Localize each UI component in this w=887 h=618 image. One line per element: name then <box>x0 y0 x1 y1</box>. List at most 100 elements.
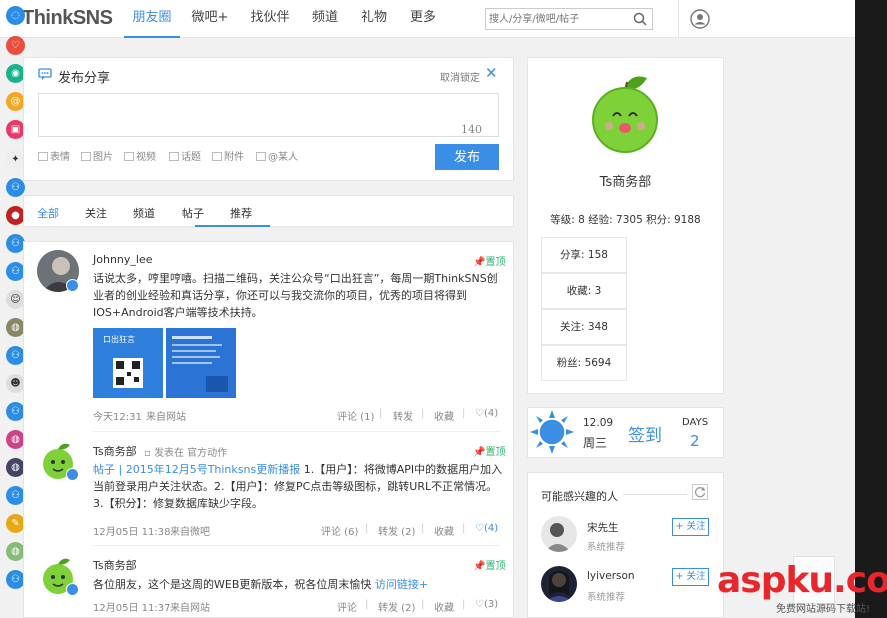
post-source: 来自网站 <box>170 603 210 614</box>
publish-button[interactable]: 发布 <box>435 144 499 170</box>
recommend-name[interactable]: 宋先生 <box>587 520 619 535</box>
tool-mention[interactable]: @某人 <box>256 148 298 163</box>
separator: | <box>365 523 369 534</box>
like-button[interactable]: ♡(4) <box>475 408 498 419</box>
comment-link[interactable]: 评论 (1) <box>337 408 374 423</box>
favorite-link[interactable]: 收藏 <box>434 523 454 538</box>
search-box <box>485 8 653 30</box>
favorite-link[interactable]: 收藏 <box>434 408 454 423</box>
nav-friends-circle[interactable]: 朋友圈 <box>124 0 180 38</box>
side-toolbar <box>855 0 887 618</box>
repost-link[interactable]: 转发 <box>393 408 413 423</box>
watermark-logo: aspku.com <box>717 560 887 601</box>
recommend-title: 可能感兴趣的人 <box>541 490 618 503</box>
tool-attachment[interactable]: 附件 <box>212 148 244 163</box>
emoji-icon <box>38 152 48 161</box>
post-time[interactable]: 12月05日 11:38 <box>93 523 170 538</box>
poster-image-icon <box>166 328 236 398</box>
search-input[interactable] <box>486 9 626 29</box>
post-text: 各位朋友，这个是这周的WEB更新版本，祝各位周末愉快 访问链接+ <box>93 578 429 591</box>
follow-button[interactable]: + 关注 <box>672 518 709 536</box>
publish-title: 发布分享 <box>58 71 111 86</box>
apple-mascot-icon[interactable] <box>583 68 667 156</box>
tab-underline <box>195 225 270 227</box>
nav-find-partner[interactable]: 找伙伴 <box>244 0 296 38</box>
avatar[interactable] <box>541 516 577 552</box>
profile-name[interactable]: Ts商务部 <box>527 171 724 190</box>
days-count: 2 <box>690 432 700 450</box>
attachment-icon <box>212 152 222 161</box>
search-icon[interactable] <box>633 12 647 26</box>
post-time[interactable]: 12月05日 11:37 <box>93 599 170 614</box>
recommend-name[interactable]: lyiverson <box>587 570 635 582</box>
nav-weiba[interactable]: 微吧+ <box>186 0 234 38</box>
tool-video[interactable]: 视频 <box>124 148 156 163</box>
tab-all[interactable]: 全部 <box>37 205 59 221</box>
refresh-icon[interactable] <box>692 484 708 500</box>
post-username[interactable]: Johnny_lee <box>93 253 153 266</box>
tab-recommend[interactable]: 推荐 <box>230 205 252 221</box>
nav-more[interactable]: 更多 <box>402 0 444 38</box>
stat-shares[interactable]: 分享: 158 <box>541 237 627 273</box>
post-source: 来自微吧 <box>170 527 210 538</box>
verified-badge-icon <box>66 279 79 292</box>
recommend-sub: 系统推荐 <box>587 542 626 553</box>
separator: | <box>462 408 466 419</box>
like-button[interactable]: ♡(4) <box>475 523 498 534</box>
tool-image[interactable]: 图片 <box>81 148 113 163</box>
tool-topic[interactable]: 话题 <box>169 148 201 163</box>
post-image-qrcode[interactable]: 口出狂言 <box>93 328 163 398</box>
days-label: DAYS <box>682 417 709 428</box>
tab-posts[interactable]: 帖子 <box>182 205 204 221</box>
repost-link[interactable]: 转发 (2) <box>378 523 415 538</box>
stat-fans[interactable]: 粉丝: 5694 <box>541 345 627 381</box>
visit-link[interactable]: 访问链接+ <box>375 578 428 591</box>
posted-in[interactable]: ▫ 发表在 官方动作 <box>144 444 227 459</box>
nav-gift[interactable]: 礼物 <box>353 0 395 38</box>
separator: | <box>421 523 425 534</box>
tab-channel[interactable]: 频道 <box>133 205 155 221</box>
mention-icon <box>256 152 266 161</box>
sun-icon <box>530 410 574 454</box>
checkin-weekday: 周三 <box>583 436 608 450</box>
avatar[interactable] <box>541 566 577 602</box>
chat-icon[interactable]: ◌ <box>6 6 25 25</box>
post-username[interactable]: Ts商务部 <box>93 557 137 573</box>
tool-emoji[interactable]: 表情 <box>38 148 70 163</box>
user-avatar-icon[interactable] <box>690 9 710 29</box>
stat-favorites[interactable]: 收藏: 3 <box>541 273 627 309</box>
post-username[interactable]: Ts商务部 <box>93 443 137 459</box>
char-counter: 140 <box>461 123 482 136</box>
checkin-date: 12.09 <box>583 417 614 429</box>
separator: | <box>421 599 425 610</box>
post-image-poster[interactable] <box>166 328 236 398</box>
favorite-link[interactable]: 收藏 <box>434 599 454 614</box>
watermark-caption: 免费网站源码下载站! <box>776 604 871 615</box>
separator: | <box>421 408 425 419</box>
pin-badge: 📌置顶 <box>473 257 506 268</box>
checkin-button[interactable]: 签到 <box>628 421 662 446</box>
post-time[interactable]: 今天12:31 <box>93 408 142 423</box>
post-text: 话说太多，哼里哼嘻。扫描二维码，关注公众号“口出狂言”，每周一期ThinkSNS… <box>93 272 498 319</box>
close-icon[interactable]: ✕ <box>485 64 498 82</box>
logo[interactable]: ThinkSNS <box>22 7 113 30</box>
stat-following[interactable]: 关注: 348 <box>541 309 627 345</box>
profile-stats: 等级: 8 经验: 7305 积分: 9188 <box>550 214 701 226</box>
publish-textarea[interactable] <box>38 93 499 137</box>
comment-link[interactable]: 评论 <box>337 599 357 614</box>
comment-link[interactable]: 评论 (6) <box>321 523 358 538</box>
like-button[interactable]: ♡(3) <box>475 599 498 610</box>
chat-bubble-icon <box>38 68 52 80</box>
tab-following[interactable]: 关注 <box>85 205 107 221</box>
heart-icon[interactable]: ♡ <box>6 36 25 55</box>
follow-button[interactable]: + 关注 <box>672 568 709 586</box>
heart-icon: ♡ <box>475 523 484 534</box>
unlock-link[interactable]: 取消锁定 <box>440 69 480 84</box>
svg-text:口出狂言: 口出狂言 <box>103 334 135 344</box>
user-photo-icon <box>541 566 577 602</box>
post-link[interactable]: 帖子 | 2015年12月5号Thinksns更新播报 <box>93 463 300 476</box>
repost-link[interactable]: 转发 (2) <box>378 599 415 614</box>
post-divider <box>93 545 500 546</box>
post-divider <box>93 431 500 432</box>
nav-channel[interactable]: 频道 <box>304 0 346 38</box>
